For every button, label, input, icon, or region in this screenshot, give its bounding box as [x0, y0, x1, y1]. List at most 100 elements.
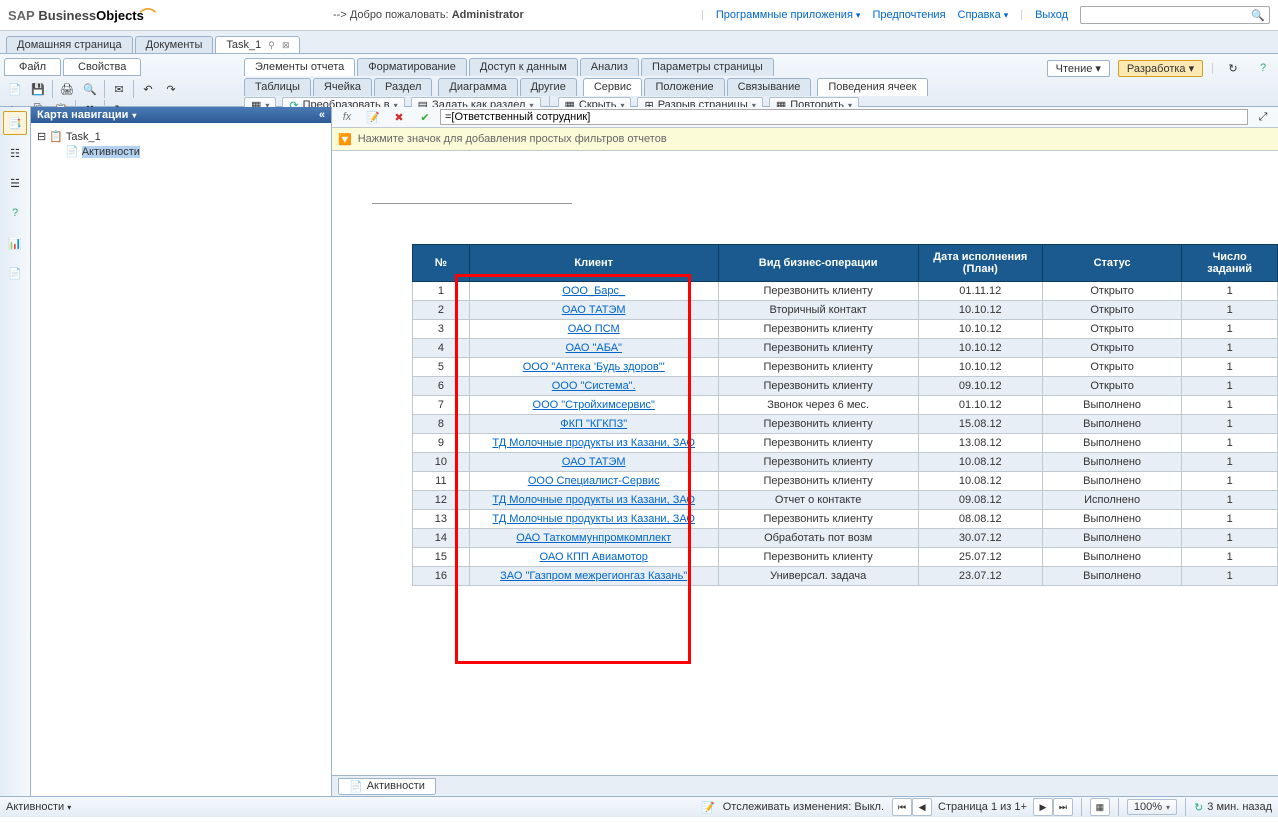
group-cell[interactable]: Ячейка — [313, 78, 372, 96]
file-tab[interactable]: Файл — [4, 58, 61, 76]
client-link[interactable]: ООО "Аптека 'Будь здоров'" — [523, 361, 665, 373]
title-cell[interactable] — [372, 191, 572, 204]
cell-count[interactable]: 1 — [1182, 396, 1278, 415]
cell-count[interactable]: 1 — [1182, 453, 1278, 472]
cell-date[interactable]: 10.08.12 — [918, 472, 1042, 491]
dev-mode-button[interactable]: Разработка ▾ — [1118, 60, 1203, 77]
table-row[interactable]: 8 ФКП "КГКПЗ" Перезвонить клиенту15.08.12В… — [413, 415, 1278, 434]
props-tab[interactable]: Свойства — [63, 58, 141, 76]
table-row[interactable]: 9ТД Молочные продукты из Казани, ЗАОПере… — [413, 434, 1278, 453]
formula-input[interactable] — [440, 109, 1248, 125]
cell-status[interactable]: Открыто — [1042, 339, 1181, 358]
cell-num[interactable]: 2 — [413, 301, 470, 320]
search-icon[interactable]: 🔍 — [1251, 9, 1265, 22]
fx-icon[interactable]: fx — [336, 107, 358, 127]
table-row[interactable]: 7ООО "Стройхимсервис"Звонок через 6 мес.… — [413, 396, 1278, 415]
refresh-all-icon[interactable]: ↻ — [1222, 58, 1244, 78]
cell-client[interactable]: ООО "Стройхимсервис" — [469, 396, 718, 415]
cell-num[interactable]: 5 — [413, 358, 470, 377]
cell-operation[interactable]: Перезвонить клиенту — [718, 434, 918, 453]
cell-num[interactable]: 8 — [413, 415, 470, 434]
cell-date[interactable]: 23.07.12 — [918, 567, 1042, 586]
cell-operation[interactable]: Перезвонить клиенту — [718, 472, 918, 491]
table-row[interactable]: 11ООО Специалист-СервисПерезвонить клиен… — [413, 472, 1278, 491]
cell-count[interactable]: 1 — [1182, 510, 1278, 529]
subtab-analysis[interactable]: Анализ — [580, 58, 639, 76]
cell-num[interactable]: 7 — [413, 396, 470, 415]
cell-count[interactable]: 1 — [1182, 377, 1278, 396]
client-link[interactable]: ООО_Барс_ — [562, 285, 625, 297]
client-link[interactable]: ФКП "КГКПЗ" — [560, 418, 627, 430]
cell-num[interactable]: 10 — [413, 453, 470, 472]
save-icon[interactable]: 💾 — [27, 79, 49, 99]
undo-icon[interactable]: ↶ — [137, 79, 159, 99]
client-link[interactable]: ТД Молочные продукты из Казани, ЗАО — [492, 494, 695, 506]
cell-client[interactable]: ОАО Таткоммунпромкомплект — [469, 529, 718, 548]
cell-date[interactable]: 10.10.12 — [918, 358, 1042, 377]
client-link[interactable]: ОАО "АБА" — [565, 342, 621, 354]
group-cell-behavior[interactable]: Поведения ячеек — [817, 78, 927, 96]
cell-status[interactable]: Выполнено — [1042, 453, 1181, 472]
collapse-icon[interactable]: ⊟ — [37, 130, 46, 143]
cell-operation[interactable]: Перезвонить клиенту — [718, 377, 918, 396]
cell-count[interactable]: 1 — [1182, 434, 1278, 453]
cell-status[interactable]: Открыто — [1042, 301, 1181, 320]
cell-num[interactable]: 15 — [413, 548, 470, 567]
cell-status[interactable]: Выполнено — [1042, 434, 1181, 453]
th-tasks[interactable]: Число заданий — [1182, 245, 1278, 282]
fx-cancel-icon[interactable]: ✖ — [388, 107, 410, 127]
cell-status[interactable]: Выполнено — [1042, 396, 1181, 415]
cell-status[interactable]: Открыто — [1042, 282, 1181, 301]
fx-wizard-icon[interactable]: 📝 — [362, 107, 384, 127]
cell-count[interactable]: 1 — [1182, 548, 1278, 567]
cell-date[interactable]: 09.08.12 — [918, 491, 1042, 510]
client-link[interactable]: ООО "Стройхимсервис" — [533, 399, 655, 411]
cell-client[interactable]: ТД Молочные продукты из Казани, ЗАО — [469, 510, 718, 529]
group-linking[interactable]: Связывание — [727, 78, 812, 96]
prefs-link[interactable]: Предпочтения — [872, 9, 945, 21]
cell-client[interactable]: ОАО "АБА" — [469, 339, 718, 358]
client-link[interactable]: ТД Молочные продукты из Казани, ЗАО — [492, 513, 695, 525]
table-row[interactable]: 6ООО "Система".Перезвонить клиенту09.10.… — [413, 377, 1278, 396]
table-row[interactable]: 1ООО_Барс_Перезвонить клиенту01.11.12Отк… — [413, 282, 1278, 301]
group-service[interactable]: Сервис — [583, 78, 643, 96]
cell-date[interactable]: 10.10.12 — [918, 301, 1042, 320]
cell-status[interactable]: Выполнено — [1042, 548, 1181, 567]
table-row[interactable]: 14ОАО ТаткоммунпромкомплектОбработать по… — [413, 529, 1278, 548]
table-row[interactable]: 16ЗАО "Газпром межрегионгаз Казань"Униве… — [413, 567, 1278, 586]
fx-expand-icon[interactable]: ⤢ — [1252, 107, 1274, 127]
client-link[interactable]: ООО "Система". — [552, 380, 636, 392]
th-client[interactable]: Клиент — [469, 245, 718, 282]
tree-child-activities[interactable]: 📄 Активности — [65, 144, 325, 159]
cell-count[interactable]: 1 — [1182, 339, 1278, 358]
cell-operation[interactable]: Обработать пот возм — [718, 529, 918, 548]
cell-status[interactable]: Исполнено — [1042, 491, 1181, 510]
read-mode-button[interactable]: Чтение ▾ — [1047, 60, 1110, 77]
cell-status[interactable]: Выполнено — [1042, 415, 1181, 434]
filter-icon[interactable]: 🔽 — [338, 133, 352, 146]
cell-status[interactable]: Выполнено — [1042, 472, 1181, 491]
report-tab-activities[interactable]: 📄 Активности — [338, 778, 436, 795]
doc-icon[interactable]: 📄 — [3, 261, 27, 285]
cell-operation[interactable]: Перезвонить клиенту — [718, 415, 918, 434]
nav-panel-header[interactable]: Карта навигации ▾ — [31, 107, 331, 123]
cell-date[interactable]: 15.08.12 — [918, 415, 1042, 434]
cell-date[interactable]: 10.10.12 — [918, 320, 1042, 339]
cell-client[interactable]: ОАО ТАТЭМ — [469, 301, 718, 320]
fx-accept-icon[interactable]: ✔ — [414, 107, 436, 127]
th-operation[interactable]: Вид бизнес-операции — [718, 245, 918, 282]
cell-num[interactable]: 6 — [413, 377, 470, 396]
th-status[interactable]: Статус — [1042, 245, 1181, 282]
cell-count[interactable]: 1 — [1182, 301, 1278, 320]
track-changes-icon[interactable]: 📝 — [701, 801, 715, 814]
cell-count[interactable]: 1 — [1182, 415, 1278, 434]
cell-client[interactable]: ФКП "КГКПЗ" — [469, 415, 718, 434]
table-row[interactable]: 12ТД Молочные продукты из Казани, ЗАООтч… — [413, 491, 1278, 510]
page-first-button[interactable]: ⏮ — [892, 798, 912, 816]
cell-operation[interactable]: Перезвонить клиенту — [718, 548, 918, 567]
group-tables[interactable]: Таблицы — [244, 78, 311, 96]
cell-date[interactable]: 10.08.12 — [918, 453, 1042, 472]
cell-client[interactable]: ЗАО "Газпром межрегионгаз Казань" — [469, 567, 718, 586]
help-link[interactable]: Справка — [958, 9, 1009, 21]
logout-link[interactable]: Выход — [1035, 9, 1068, 21]
